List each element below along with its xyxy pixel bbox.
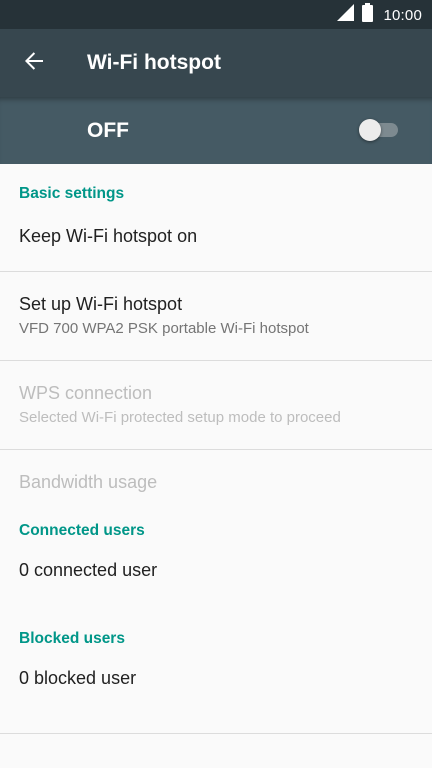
arrow-back-icon — [23, 50, 45, 77]
keep-hotspot-on-item[interactable]: Keep Wi-Fi hotspot on — [0, 224, 432, 271]
status-bar: 10:00 — [0, 0, 432, 29]
bandwidth-usage-title: Bandwidth usage — [19, 472, 158, 492]
section-header-connected-users: Connected users — [19, 522, 145, 539]
keep-hotspot-on-title: Keep Wi-Fi hotspot on — [19, 226, 198, 246]
wps-connection-item: WPS connection Selected Wi-Fi protected … — [0, 361, 432, 449]
blocked-users-item[interactable]: 0 blocked user — [0, 668, 432, 733]
status-time: 10:00 — [383, 6, 422, 24]
wps-connection-title: WPS connection — [19, 383, 153, 403]
hotspot-toggle[interactable] — [359, 118, 401, 142]
hotspot-master-switch[interactable]: OFF — [0, 97, 432, 164]
setup-hotspot-summary: VFD 700 WPA2 PSK portable Wi-Fi hotspot — [19, 320, 309, 337]
section-header-blocked-users: Blocked users — [19, 630, 125, 647]
toggle-thumb — [359, 119, 381, 141]
connected-users-item[interactable]: 0 connected user — [0, 560, 432, 624]
setup-hotspot-title: Set up Wi-Fi hotspot — [19, 294, 183, 314]
app-bar: Wi-Fi hotspot — [0, 29, 432, 97]
settings-list: Basic settings Keep Wi-Fi hotspot on Set… — [0, 164, 432, 734]
master-switch-label: OFF — [87, 119, 129, 142]
bandwidth-usage-item: Bandwidth usage — [0, 450, 432, 516]
wps-connection-summary: Selected Wi-Fi protected setup mode to p… — [19, 409, 341, 426]
setup-hotspot-item[interactable]: Set up Wi-Fi hotspot VFD 700 WPA2 PSK po… — [0, 272, 432, 360]
status-icons: 10:00 — [337, 3, 422, 27]
page-title: Wi-Fi hotspot — [87, 51, 221, 74]
back-button[interactable] — [12, 41, 56, 85]
signal-icon — [337, 4, 355, 26]
blocked-users-title: 0 blocked user — [19, 668, 137, 688]
connected-users-title: 0 connected user — [19, 560, 158, 580]
battery-icon — [362, 3, 374, 27]
section-header-basic-settings: Basic settings — [19, 185, 125, 202]
divider — [0, 733, 432, 734]
